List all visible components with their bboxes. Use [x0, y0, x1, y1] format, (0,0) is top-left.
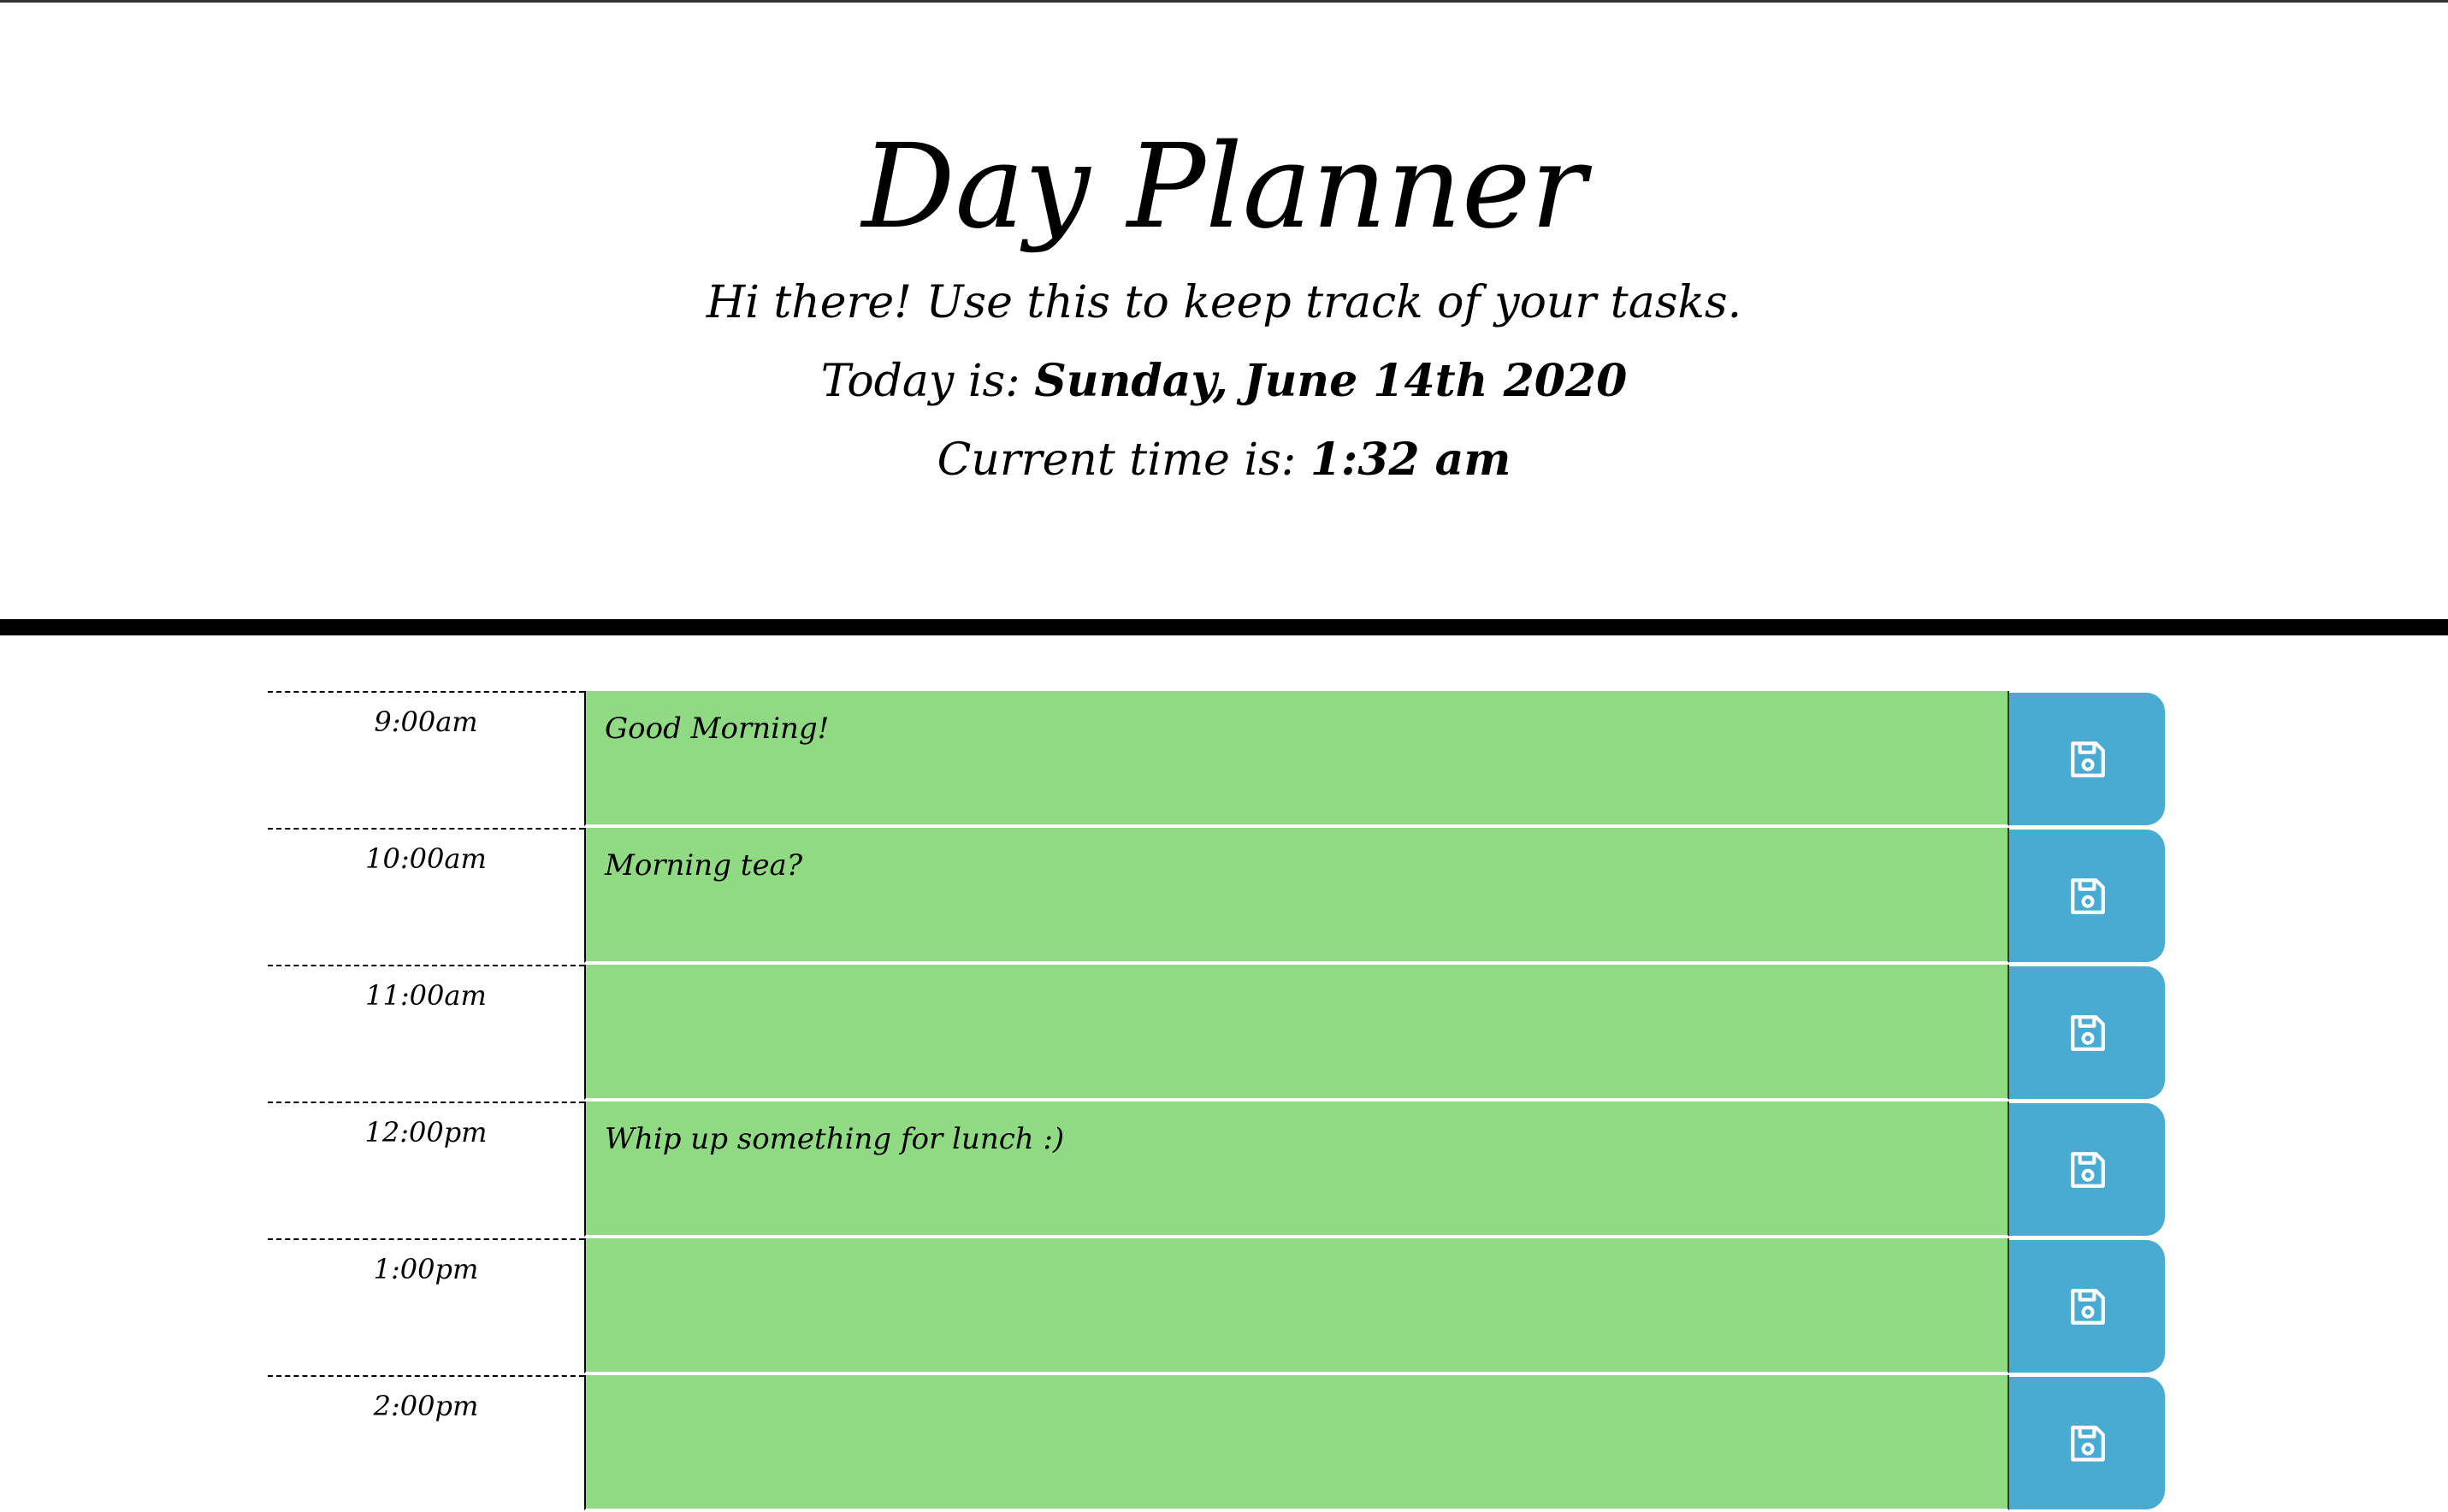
subtitle: Hi there! Use this to keep track of your… [706, 277, 1742, 328]
time-block-row: 12:00pm Whip up something for lunch :) [268, 1102, 2168, 1238]
page-title: Day Planner [861, 120, 1587, 255]
save-icon [2071, 1014, 2105, 1051]
hour-label: 1:00pm [268, 1238, 584, 1374]
time-block-row: 9:00am Good Morning! [268, 691, 2168, 828]
time-block-row: 1:00pm [268, 1238, 2168, 1375]
time-block-row: 11:00am [268, 965, 2168, 1102]
current-time: Current time is: 1:32 am [0, 430, 2448, 490]
time-block-list: 9:00am Good Morning! 10:00am Morning tea… [268, 691, 2168, 1512]
task-textarea[interactable]: Morning tea? [584, 828, 2009, 963]
save-button[interactable] [2009, 1377, 2165, 1509]
save-icon [2071, 741, 2105, 777]
task-textarea[interactable] [584, 1375, 2009, 1510]
save-button[interactable] [2009, 1103, 2165, 1236]
time-block-row: 10:00am Morning tea? [268, 828, 2168, 965]
header-divider [0, 619, 2448, 635]
task-textarea[interactable]: Whip up something for lunch :) [584, 1102, 2009, 1237]
date-value: Sunday, June 14th 2020 [1034, 355, 1628, 407]
save-icon [2071, 877, 2105, 914]
hour-label: 9:00am [268, 691, 584, 827]
current-date: Today is: Sunday, June 14th 2020 [0, 351, 2448, 411]
task-textarea[interactable] [584, 1238, 2009, 1373]
save-icon [2071, 1288, 2105, 1325]
time-value: 1:32 am [1310, 434, 1511, 486]
hour-label: 11:00am [268, 965, 584, 1101]
hour-label: 12:00pm [268, 1102, 584, 1237]
hour-label: 2:00pm [268, 1375, 584, 1511]
hour-label: 10:00am [268, 828, 584, 964]
task-textarea[interactable] [584, 965, 2009, 1100]
save-icon [2071, 1425, 2105, 1462]
save-button[interactable] [2009, 966, 2165, 1099]
save-button[interactable] [2009, 830, 2165, 962]
jumbotron-header: Day Planner Hi there! Use this to keep t… [0, 3, 2448, 619]
time-label: Current time is: [937, 434, 1297, 486]
save-button[interactable] [2009, 1240, 2165, 1373]
task-textarea[interactable]: Good Morning! [584, 691, 2009, 826]
save-icon [2071, 1151, 2105, 1188]
time-block-row: 2:00pm [268, 1375, 2168, 1512]
save-button[interactable] [2009, 693, 2165, 825]
date-label: Today is: [820, 356, 1020, 407]
